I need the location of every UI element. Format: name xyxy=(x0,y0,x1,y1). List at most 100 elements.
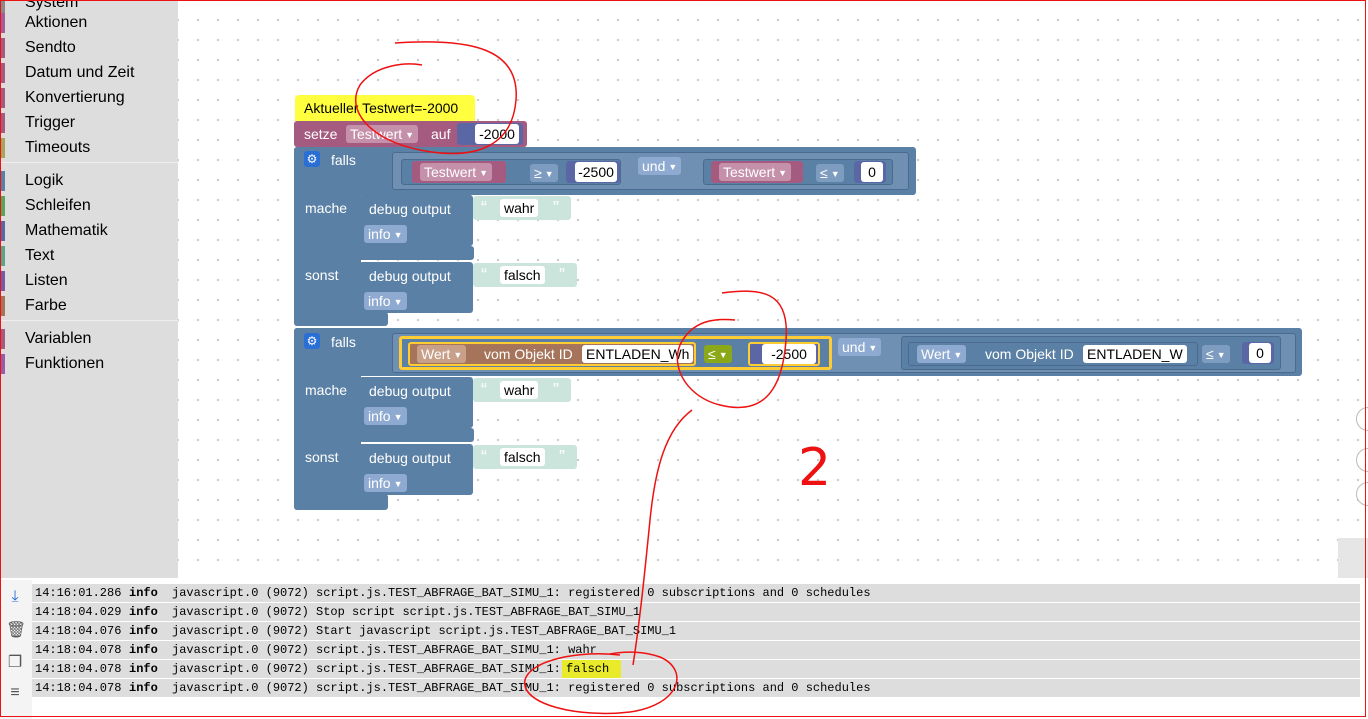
log-message: javascript.0 (9072) script.js.TEST_ABFRA… xyxy=(172,662,561,676)
text-block[interactable]: “ falsch ” xyxy=(473,445,577,469)
log-level: info xyxy=(129,624,158,638)
log-message: javascript.0 (9072) Start javascript scr… xyxy=(172,624,677,638)
log-toolbar: ⤓ 🗑 ❐ ≡ xyxy=(0,580,32,719)
trashcan[interactable] xyxy=(1338,538,1368,578)
operator-dropdown[interactable]: ≤ ▼ xyxy=(816,164,844,182)
operator-dropdown[interactable]: ≥ ▼ xyxy=(530,164,558,182)
variable-dropdown[interactable]: Testwert ▼ xyxy=(719,163,792,181)
operator-dropdown[interactable]: ≤ ▼ xyxy=(704,345,732,363)
category-color-swatch xyxy=(0,195,5,216)
copy-icon[interactable]: ❐ xyxy=(6,654,24,672)
number-block[interactable]: 0 xyxy=(854,161,886,183)
text-value[interactable]: wahr xyxy=(500,199,539,217)
debug-output-block[interactable]: debug output info ▼ xyxy=(359,444,473,495)
variable-dropdown[interactable]: Testwert ▼ xyxy=(346,125,419,143)
object-id-field[interactable]: ENTLADEN_W xyxy=(1083,345,1187,363)
number-value[interactable]: 0 xyxy=(1249,343,1271,363)
number-value[interactable]: 0 xyxy=(861,162,883,182)
zoom-in-button[interactable] xyxy=(1356,448,1368,472)
category-funktionen[interactable]: Funktionen xyxy=(0,351,176,376)
attribute-dropdown[interactable]: Wert ▼ xyxy=(917,345,967,363)
log-level-dropdown[interactable]: info ▼ xyxy=(364,407,407,425)
log-time: 14:16:01.286 xyxy=(35,586,122,600)
number-block[interactable]: -2000 xyxy=(457,123,523,145)
category-color-swatch xyxy=(0,62,5,83)
gear-icon[interactable]: ⚙ xyxy=(304,151,320,167)
category-timeouts[interactable]: Timeouts xyxy=(0,135,176,160)
compare-block-right[interactable]: Testwert ▼ ≤ ▼ 0 xyxy=(703,159,893,185)
get-variable-block[interactable]: Testwert ▼ xyxy=(412,161,506,183)
category-sendto[interactable]: Sendto xyxy=(0,35,176,60)
category-color-swatch xyxy=(0,170,5,191)
attribute-dropdown[interactable]: Wert ▼ xyxy=(417,345,467,363)
if-block-2-body[interactable] xyxy=(294,328,361,504)
category-mathematik[interactable]: Mathematik xyxy=(0,218,176,243)
log-message: javascript.0 (9072) Stop script script.j… xyxy=(172,605,641,619)
category-color-swatch xyxy=(0,37,5,58)
log-level: info xyxy=(129,662,158,676)
toolbox-sidebar: System Aktionen Sendto Datum und Zeit Ko… xyxy=(0,0,178,578)
category-logik[interactable]: Logik xyxy=(0,168,176,193)
get-object-value-block[interactable]: Wert ▼ vom Objekt ID ENTLADEN_W xyxy=(908,342,1198,366)
if-block-1-divider xyxy=(294,246,474,260)
number-block[interactable]: 0 xyxy=(1242,342,1274,364)
compare-block-left-selected[interactable]: Wert ▼ vom Objekt ID ENTLADEN_Wh ≤ ▼ -2500 xyxy=(399,336,832,370)
number-block[interactable]: -2500 xyxy=(566,161,620,183)
set-label: setze xyxy=(304,126,338,142)
debug-output-block[interactable]: debug output info ▼ xyxy=(359,195,473,246)
variable-dropdown[interactable]: Testwert ▼ xyxy=(420,163,493,181)
comment-block[interactable]: Aktueller Testwert=-2000 xyxy=(295,95,475,121)
category-datum-und-zeit[interactable]: Datum und Zeit xyxy=(0,60,176,85)
scroll-down-icon[interactable]: ⤓ xyxy=(6,588,24,606)
highlighted-log-text: falsch xyxy=(562,660,622,678)
then-label: mache xyxy=(305,200,348,216)
category-trigger[interactable]: Trigger xyxy=(0,110,176,135)
text-value[interactable]: wahr xyxy=(500,381,539,399)
list-icon[interactable]: ≡ xyxy=(6,684,24,702)
object-id-field[interactable]: ENTLADEN_Wh xyxy=(582,345,694,363)
and-or-dropdown[interactable]: und ▼ xyxy=(638,157,682,175)
debug-output-block[interactable]: debug output info ▼ xyxy=(359,377,473,428)
category-farbe[interactable]: Farbe xyxy=(0,293,176,318)
zoom-out-button[interactable] xyxy=(1356,482,1368,506)
text-value[interactable]: falsch xyxy=(500,266,545,284)
debug-output-block[interactable]: debug output info ▼ xyxy=(359,262,473,313)
category-listen[interactable]: Listen xyxy=(0,268,176,293)
log-level-dropdown[interactable]: info ▼ xyxy=(364,474,407,492)
text-block[interactable]: “ wahr ” xyxy=(473,378,571,402)
number-value[interactable]: -2500 xyxy=(575,162,617,182)
log-level-dropdown[interactable]: info ▼ xyxy=(364,292,407,310)
category-text[interactable]: Text xyxy=(0,243,176,268)
get-variable-block[interactable]: Testwert ▼ xyxy=(711,161,803,183)
category-konvertierung[interactable]: Konvertierung xyxy=(0,85,176,110)
category-schleifen[interactable]: Schleifen xyxy=(0,193,176,218)
text-block[interactable]: “ wahr ” xyxy=(473,196,571,220)
operator-dropdown[interactable]: ≤ ▼ xyxy=(1202,345,1230,363)
if-block-1-body[interactable] xyxy=(294,147,361,323)
gear-icon[interactable]: ⚙ xyxy=(304,333,320,349)
text-block[interactable]: “ falsch ” xyxy=(473,263,577,287)
log-row: 14:16:01.286 info javascript.0 (9072) sc… xyxy=(32,584,1360,602)
category-color-swatch xyxy=(0,87,5,108)
set-to-label: auf xyxy=(431,126,451,142)
and-or-dropdown[interactable]: und ▼ xyxy=(838,338,882,356)
category-aktionen[interactable]: Aktionen xyxy=(0,10,176,35)
number-value[interactable]: -2500 xyxy=(762,344,816,364)
compare-block-left[interactable]: Testwert ▼ ≥ ▼ -2500 xyxy=(401,159,621,185)
and-condition-block[interactable]: Wert ▼ vom Objekt ID ENTLADEN_Wh ≤ ▼ -2500… xyxy=(392,333,1296,373)
log-level-dropdown[interactable]: info ▼ xyxy=(364,225,407,243)
text-value[interactable]: falsch xyxy=(500,448,545,466)
number-block[interactable]: -2500 xyxy=(748,342,820,366)
number-value[interactable]: -2000 xyxy=(475,124,519,144)
delete-log-icon[interactable]: 🗑 xyxy=(6,622,26,640)
compare-block-right[interactable]: Wert ▼ vom Objekt ID ENTLADEN_W ≤ ▼ 0 xyxy=(901,336,1281,370)
blockly-workspace[interactable]: Aktueller Testwert=-2000 setze Testwert ▼… xyxy=(178,0,1368,578)
zoom-reset-button[interactable] xyxy=(1356,407,1368,431)
get-object-value-block[interactable]: Wert ▼ vom Objekt ID ENTLADEN_Wh xyxy=(408,342,696,366)
log-time: 14:18:04.076 xyxy=(35,624,122,638)
log-time: 14:18:04.078 xyxy=(35,662,122,676)
category-variablen[interactable]: Variablen xyxy=(0,326,176,351)
set-variable-block[interactable]: setze Testwert ▼ auf -2000 xyxy=(294,121,527,147)
log-time: 14:18:04.078 xyxy=(35,681,122,695)
and-condition-block[interactable]: Testwert ▼ ≥ ▼ -2500 und ▼ Testwert ▼ ≤ ▼ 0 xyxy=(392,152,909,190)
